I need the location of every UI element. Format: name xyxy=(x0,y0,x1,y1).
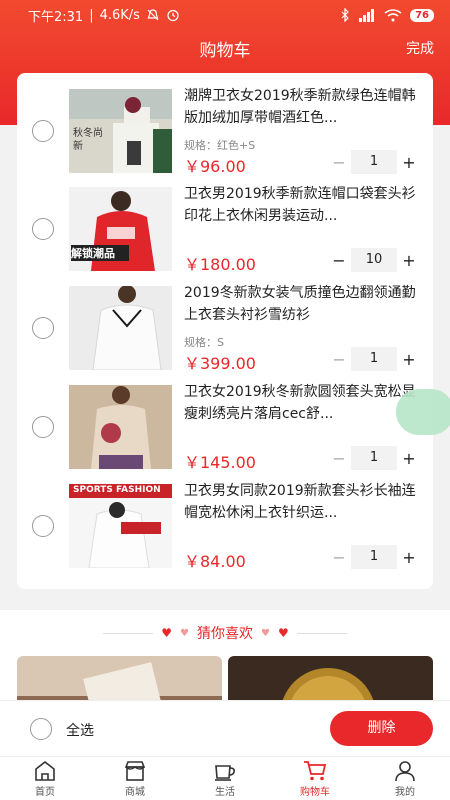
product-image-caption: 解锁潮品 xyxy=(71,245,129,261)
item-checkbox[interactable] xyxy=(32,416,54,438)
tab-label: 生活 xyxy=(215,786,235,798)
quantity-decrease-button[interactable]: − xyxy=(327,449,351,468)
product-image-caption: 秋冬尚新 xyxy=(73,128,103,152)
cart-item: 秋冬尚新 潮牌卫衣女2019秋季新款绿色连帽韩版加绒加厚带帽酒红色... 规格：… xyxy=(17,79,433,177)
status-divider: | xyxy=(89,7,94,23)
item-price: ￥145.00 xyxy=(184,453,256,472)
item-title[interactable]: 潮牌卫衣女2019秋季新款绿色连帽韩版加绒加厚带帽酒红色... xyxy=(184,85,420,129)
heart-icon: ♥ xyxy=(277,626,289,640)
quantity-decrease-button[interactable]: − xyxy=(327,350,351,369)
tab-cart[interactable]: 购物车 xyxy=(270,757,360,800)
quantity-increase-button[interactable]: + xyxy=(397,350,421,369)
item-spec: 规格：红色+S xyxy=(184,139,256,152)
item-checkbox[interactable] xyxy=(32,120,54,142)
product-image[interactable]: 秋冬尚新 xyxy=(69,89,172,173)
mute-icon xyxy=(147,9,159,21)
product-image[interactable] xyxy=(69,385,172,469)
heart-icon: ♥ xyxy=(161,626,173,640)
network-speed: 4.6K/s xyxy=(99,7,140,23)
product-image-caption: SPORTS FASHION xyxy=(73,485,161,495)
cart-icon xyxy=(304,760,327,780)
quantity-value[interactable]: 1 xyxy=(351,150,397,174)
item-checkbox[interactable] xyxy=(32,515,54,537)
cart-item: 2019冬新款女装气质撞色边翻领通勤上衣套头衬衫雪纺衫 规格：S ￥399.00… xyxy=(17,276,433,374)
quantity-increase-button[interactable]: + xyxy=(397,548,421,567)
cart-item: SPORTS FASHION 卫衣男女同款2019新款套头衫长袖连帽宽松休闲上衣… xyxy=(17,474,433,572)
tab-profile[interactable]: 我的 xyxy=(360,757,450,800)
floating-bubble[interactable] xyxy=(396,389,450,435)
item-checkbox[interactable] xyxy=(32,218,54,240)
quantity-stepper: − 1 + xyxy=(327,446,421,470)
item-title[interactable]: 卫衣男女同款2019新款套头衫长袖连帽宽松休闲上衣针织运... xyxy=(184,480,420,524)
battery-icon: 76 xyxy=(410,8,434,22)
cart-action-bar: 全选 删除 xyxy=(0,700,450,756)
item-price: ￥399.00 xyxy=(184,354,256,373)
quantity-decrease-button[interactable]: − xyxy=(327,251,351,270)
tab-label: 我的 xyxy=(395,786,415,798)
quantity-stepper: − 1 + xyxy=(327,347,421,371)
tab-bar: 首页 商城 生活 购物车 我的 xyxy=(0,756,450,800)
select-all-label[interactable]: 全选 xyxy=(66,720,94,740)
tab-life[interactable]: 生活 xyxy=(180,757,270,800)
item-price: ￥96.00 xyxy=(184,157,246,176)
quantity-decrease-button[interactable]: − xyxy=(327,153,351,172)
delete-button[interactable]: 删除 xyxy=(330,711,433,746)
quantity-value[interactable]: 1 xyxy=(351,347,397,371)
product-image[interactable] xyxy=(69,286,172,370)
tab-label: 首页 xyxy=(35,786,55,798)
product-image[interactable]: 解锁潮品 xyxy=(69,187,172,271)
item-price: ￥84.00 xyxy=(184,552,246,571)
cart-list: 秋冬尚新 潮牌卫衣女2019秋季新款绿色连帽韩版加绒加厚带帽酒红色... 规格：… xyxy=(17,73,433,589)
bluetooth-icon xyxy=(341,8,349,22)
status-time: 下午2:31 xyxy=(28,9,84,25)
recommendation-title: 猜你喜欢 xyxy=(197,626,253,642)
item-spec: 规格：S xyxy=(184,336,224,349)
cup-icon xyxy=(215,764,235,781)
item-checkbox[interactable] xyxy=(32,317,54,339)
heart-icon: ♥ xyxy=(261,627,270,639)
divider xyxy=(296,632,347,634)
quantity-value[interactable]: 1 xyxy=(351,545,397,569)
quantity-increase-button[interactable]: + xyxy=(397,251,421,270)
quantity-value[interactable]: 1 xyxy=(351,446,397,470)
item-price: ￥180.00 xyxy=(184,255,256,274)
quantity-increase-button[interactable]: + xyxy=(397,153,421,172)
quantity-decrease-button[interactable]: − xyxy=(327,548,351,567)
wifi-icon xyxy=(384,8,402,21)
tab-label: 商城 xyxy=(125,786,145,798)
home-icon xyxy=(35,760,55,781)
item-title[interactable]: 2019冬新款女装气质撞色边翻领通勤上衣套头衬衫雪纺衫 xyxy=(184,282,420,326)
quantity-stepper: − 1 + xyxy=(327,545,421,569)
store-icon xyxy=(124,760,146,781)
quantity-value[interactable]: 10 xyxy=(351,248,397,272)
tab-home[interactable]: 首页 xyxy=(0,757,90,800)
product-image[interactable]: SPORTS FASHION xyxy=(69,484,172,568)
tab-store[interactable]: 商城 xyxy=(90,757,180,800)
tab-label: 购物车 xyxy=(300,786,330,798)
quantity-increase-button[interactable]: + xyxy=(397,449,421,468)
signal-icon xyxy=(359,8,375,22)
status-bar: 下午2:31 | 4.6K/s 76 xyxy=(0,0,450,30)
alarm-icon xyxy=(167,9,179,22)
item-title[interactable]: 卫衣男2019秋季新款连帽口袋套头衫印花上衣休闲男装运动... xyxy=(184,183,420,227)
done-button[interactable]: 完成 xyxy=(406,38,434,58)
select-all-checkbox[interactable] xyxy=(30,718,52,740)
recommendation-header: ♥ ♥ 猜你喜欢 ♥ ♥ xyxy=(0,620,450,646)
user-icon xyxy=(395,760,415,781)
cart-item: 卫衣女2019秋冬新款圆领套头宽松显瘦刺绣亮片落肩cec舒... ￥145.00… xyxy=(17,375,433,473)
cart-item: 解锁潮品 卫衣男2019秋季新款连帽口袋套头衫印花上衣休闲男装运动... ￥18… xyxy=(17,177,433,275)
quantity-stepper: − 10 + xyxy=(327,248,421,272)
divider xyxy=(103,632,154,634)
item-title[interactable]: 卫衣女2019秋冬新款圆领套头宽松显瘦刺绣亮片落肩cec舒... xyxy=(184,381,420,425)
page-title: 购物车 xyxy=(199,40,251,61)
heart-icon: ♥ xyxy=(180,627,189,639)
quantity-stepper: − 1 + xyxy=(327,150,421,174)
